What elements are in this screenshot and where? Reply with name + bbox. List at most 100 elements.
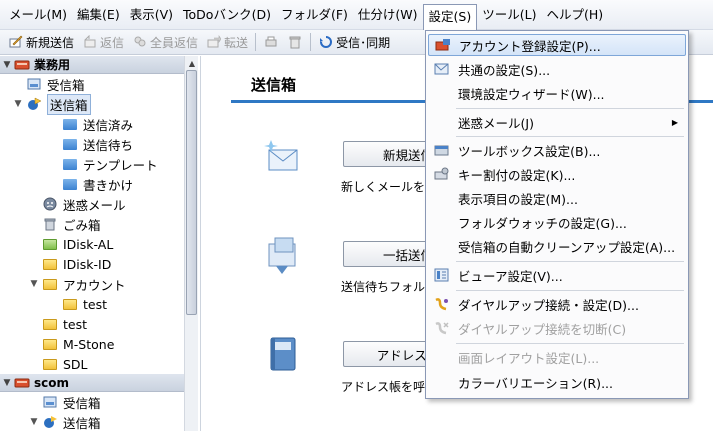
menu-mail[interactable]: メール(M) bbox=[4, 4, 72, 26]
spam-icon bbox=[42, 197, 58, 211]
outbox-icon bbox=[26, 97, 42, 111]
menu-item-junk-mail[interactable]: 迷惑メール(J) ▶ bbox=[428, 111, 686, 133]
menu-separator bbox=[456, 108, 684, 109]
tree-item-account-test[interactable]: test bbox=[0, 294, 184, 314]
print-button[interactable] bbox=[259, 31, 283, 53]
batch-send-icon bbox=[263, 236, 303, 276]
forward-icon bbox=[206, 34, 222, 50]
menu-item-folder-watch[interactable]: フォルダウォッチの設定(G)... bbox=[428, 211, 686, 233]
dialup-icon bbox=[428, 297, 456, 311]
menu-item-display-items[interactable]: 表示項目の設定(M)... bbox=[428, 187, 686, 209]
account-settings-icon bbox=[429, 38, 457, 52]
tree-item-spam[interactable]: 迷惑メール bbox=[0, 194, 184, 214]
folder-yellow-icon bbox=[42, 357, 58, 371]
reply-all-button[interactable]: 全員返信 bbox=[128, 31, 202, 53]
folder-yellow-icon bbox=[62, 297, 78, 311]
folder-yellow-icon bbox=[42, 277, 58, 291]
toolbar-separator bbox=[310, 33, 312, 51]
menu-item-key-assign[interactable]: キー割付の設定(K)... bbox=[428, 163, 686, 185]
new-mail-description: 新しくメールを bbox=[341, 180, 426, 194]
folder-tree: ▼ 業務用 受信箱 ▼ 送信箱 送信済み 送信待ち テンプレート 書きかけ 迷惑… bbox=[0, 56, 184, 431]
menu-separator bbox=[456, 290, 684, 291]
folder-yellow-icon bbox=[42, 257, 58, 271]
print-icon bbox=[263, 34, 279, 50]
menu-item-toolbox-settings[interactable]: ツールボックス設定(B)... bbox=[428, 139, 686, 161]
menu-edit[interactable]: 編集(E) bbox=[72, 4, 125, 26]
new-mail-envelope-icon bbox=[263, 136, 303, 176]
scroll-up-icon[interactable]: ▲ bbox=[185, 56, 199, 70]
tree-item-pending[interactable]: 送信待ち bbox=[0, 134, 184, 154]
toolbox-icon bbox=[428, 143, 456, 157]
menu-item-setup-wizard[interactable]: 環境設定ウィザード(W)... bbox=[428, 82, 686, 104]
account-icon bbox=[14, 59, 30, 71]
menu-tools[interactable]: ツール(L) bbox=[477, 4, 541, 26]
reply-all-icon bbox=[132, 34, 148, 50]
tree-item-test[interactable]: test bbox=[0, 314, 184, 334]
tree-item-trash[interactable]: ごみ箱 bbox=[0, 214, 184, 234]
menu-bar: メール(M) 編集(E) 表示(V) ToDoバンク(D) フォルダ(F) 仕分… bbox=[0, 0, 713, 30]
menu-item-common-settings[interactable]: 共通の設定(S)... bbox=[428, 58, 686, 80]
folder-icon bbox=[62, 157, 78, 171]
tree-item-templates[interactable]: テンプレート bbox=[0, 154, 184, 174]
new-mail-button[interactable]: 新規送信 bbox=[4, 31, 78, 53]
tree-item-idisk-id[interactable]: IDisk-ID bbox=[0, 254, 184, 274]
receive-sync-button[interactable]: 受信･同期 bbox=[314, 31, 394, 53]
folder-yellow-icon bbox=[42, 317, 58, 331]
tree-item-idisk-al[interactable]: IDisk-AL bbox=[0, 234, 184, 254]
tree-item-inbox[interactable]: 受信箱 bbox=[0, 74, 184, 94]
folder-icon bbox=[62, 117, 78, 131]
menu-settings[interactable]: 設定(S) bbox=[422, 3, 478, 30]
tree-item-inbox[interactable]: 受信箱 bbox=[0, 392, 184, 412]
collapse-toggle-icon[interactable]: ▼ bbox=[0, 60, 14, 70]
inbox-icon bbox=[26, 77, 42, 91]
reply-button[interactable]: 返信 bbox=[78, 31, 128, 53]
compose-icon bbox=[8, 34, 24, 50]
tree-item-sdl[interactable]: SDL bbox=[0, 354, 184, 374]
sync-icon bbox=[318, 34, 334, 50]
menu-item-viewer-settings[interactable]: ビューア設定(V)... bbox=[428, 264, 686, 286]
collapse-toggle-icon[interactable]: ▼ bbox=[28, 279, 40, 289]
tree-item-account[interactable]: ▼ アカウント bbox=[0, 274, 184, 294]
reply-icon bbox=[82, 34, 98, 50]
viewer-icon bbox=[428, 268, 456, 282]
folder-icon bbox=[62, 137, 78, 151]
common-settings-icon bbox=[428, 62, 456, 76]
page-title: 送信箱 bbox=[251, 76, 297, 94]
account-group-gyomu[interactable]: ▼ 業務用 bbox=[0, 56, 184, 74]
key-assign-icon bbox=[428, 167, 456, 181]
account-group-scom[interactable]: ▼ scom bbox=[0, 374, 184, 392]
tree-item-outbox[interactable]: ▼ 送信箱 bbox=[0, 93, 184, 115]
folder-yellow-icon bbox=[42, 337, 58, 351]
settings-menu-dropdown: アカウント登録設定(P)... 共通の設定(S)... 環境設定ウィザード(W)… bbox=[425, 30, 689, 399]
folder-green-icon bbox=[42, 237, 58, 251]
outbox-icon bbox=[42, 415, 58, 429]
menu-help[interactable]: ヘルプ(H) bbox=[541, 4, 608, 26]
trash-icon bbox=[287, 34, 303, 50]
menu-sort[interactable]: 仕分け(W) bbox=[353, 4, 423, 26]
tree-item-m-stone[interactable]: M-Stone bbox=[0, 334, 184, 354]
forward-button[interactable]: 転送 bbox=[202, 31, 252, 53]
menu-item-inbox-cleanup[interactable]: 受信箱の自動クリーンアップ設定(A)... bbox=[428, 235, 686, 257]
menu-item-dialup-connect[interactable]: ダイヤルアップ接続・設定(D)... bbox=[428, 293, 686, 315]
collapse-toggle-icon[interactable]: ▼ bbox=[0, 378, 14, 388]
menu-item-color-variation[interactable]: カラーバリエーション(R)... bbox=[428, 371, 686, 393]
menu-view[interactable]: 表示(V) bbox=[125, 4, 178, 26]
collapse-toggle-icon[interactable]: ▼ bbox=[28, 417, 40, 427]
folder-icon bbox=[62, 177, 78, 191]
scrollbar-thumb[interactable] bbox=[186, 70, 197, 315]
delete-button[interactable] bbox=[283, 31, 307, 53]
submenu-arrow-icon: ▶ bbox=[671, 117, 678, 127]
menu-item-account-settings[interactable]: アカウント登録設定(P)... bbox=[428, 34, 686, 56]
tree-item-drafts[interactable]: 書きかけ bbox=[0, 174, 184, 194]
tree-item-outbox[interactable]: ▼ 送信箱 bbox=[0, 412, 184, 431]
tree-item-sent[interactable]: 送信済み bbox=[0, 114, 184, 134]
toolbar-separator bbox=[255, 33, 257, 51]
sidebar-scrollbar[interactable]: ▲ bbox=[184, 56, 198, 431]
menu-todo-bank[interactable]: ToDoバンク(D) bbox=[178, 4, 276, 26]
account-icon bbox=[14, 377, 30, 389]
menu-item-screen-layout[interactable]: 画面レイアウト設定(L)... bbox=[428, 346, 686, 368]
collapse-toggle-icon[interactable]: ▼ bbox=[12, 99, 24, 109]
menu-item-dialup-disconnect[interactable]: ダイヤルアップ接続を切断(C) bbox=[428, 317, 686, 339]
batch-send-description: 送信待ちフォル bbox=[341, 280, 426, 294]
menu-folder[interactable]: フォルダ(F) bbox=[276, 4, 353, 26]
